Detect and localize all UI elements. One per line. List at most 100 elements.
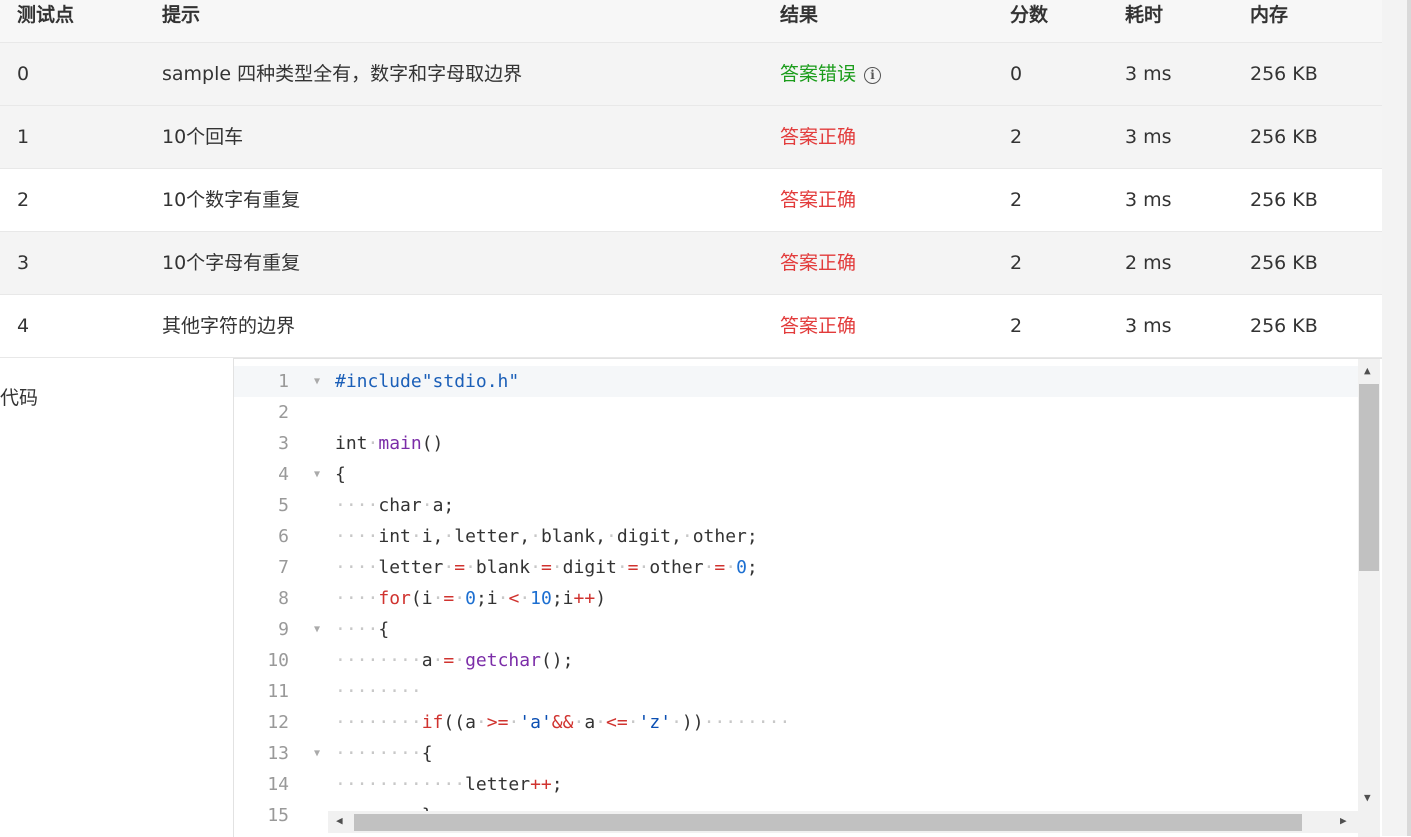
line-number: 9	[278, 619, 289, 640]
result-status: 答案正确	[780, 189, 857, 211]
test-hint: 其他字符的边界	[162, 315, 296, 337]
memory-used: 256 KB	[1250, 63, 1318, 85]
score: 2	[1010, 189, 1023, 211]
horizontal-scroll-thumb[interactable]	[354, 814, 1302, 831]
header-result: 结果	[780, 4, 819, 26]
code-line[interactable]: 13 ▼ ········{	[234, 738, 1358, 769]
header-score: 分数	[1010, 4, 1049, 26]
table-row: 2 10个数字有重复 答案正确 2 3 ms 256 KB	[0, 169, 1382, 232]
line-number: 15	[267, 805, 289, 826]
result-status: 答案正确	[780, 126, 857, 148]
score: 2	[1010, 252, 1023, 274]
table-row: 0 sample 四种类型全有，数字和字母取边界 答案错误 i 0 3 ms 25…	[0, 43, 1382, 106]
code-line[interactable]: 10 ········a·=·getchar();	[234, 645, 1358, 676]
test-point-id: 1	[17, 126, 30, 148]
line-number: 2	[278, 402, 289, 423]
line-number: 11	[267, 681, 289, 702]
score: 0	[1010, 63, 1023, 85]
time-used: 2 ms	[1125, 252, 1172, 274]
test-point-id: 3	[17, 252, 30, 274]
info-icon[interactable]: i	[864, 67, 882, 84]
code-text: ····int·i,·letter,·blank,·digit,·other;	[335, 526, 758, 547]
scroll-left-icon[interactable]: ◀	[336, 814, 343, 827]
memory-used: 256 KB	[1250, 189, 1318, 211]
vertical-scrollbar[interactable]: ▲ ▼	[1358, 359, 1380, 837]
score: 2	[1010, 126, 1023, 148]
code-text: ········a·=·getchar();	[335, 650, 574, 671]
code-line[interactable]: 12 ········if((a·>=·'a'&&·a·<=·'z'·))····…	[234, 707, 1358, 738]
test-point-id: 2	[17, 189, 30, 211]
result-status: 答案错误	[780, 63, 857, 85]
test-point-id: 0	[17, 63, 30, 85]
code-line[interactable]: 8 ····for(i·=·0;i·<·10;i++)	[234, 583, 1358, 614]
scroll-right-icon[interactable]: ▶	[1340, 814, 1347, 827]
test-hint: 10个数字有重复	[162, 189, 301, 211]
table-row: 3 10个字母有重复 答案正确 2 2 ms 256 KB	[0, 232, 1382, 295]
table-row: 4 其他字符的边界 答案正确 2 3 ms 256 KB	[0, 295, 1382, 358]
time-used: 3 ms	[1125, 315, 1172, 337]
result-status: 答案正确	[780, 315, 857, 337]
code-text: ····{	[335, 619, 390, 640]
code-line[interactable]: 4 ▼ {	[234, 459, 1358, 490]
code-text: ····char·a;	[335, 495, 455, 516]
fold-toggle-icon[interactable]: ▼	[314, 614, 320, 645]
fold-toggle-icon[interactable]: ▼	[314, 738, 320, 769]
vertical-scroll-thumb[interactable]	[1359, 384, 1379, 571]
line-number: 4	[278, 464, 289, 485]
time-used: 3 ms	[1125, 63, 1172, 85]
header-time: 耗时	[1125, 4, 1164, 26]
line-number: 8	[278, 588, 289, 609]
score: 2	[1010, 315, 1023, 337]
code-line[interactable]: 6 ····int·i,·letter,·blank,·digit,·other;	[234, 521, 1358, 552]
header-hint: 提示	[162, 4, 201, 26]
results-table: 测试点 提示 结果 分数 耗时 内存 0 sample 四种类型全有，数字和字母…	[0, 0, 1382, 358]
code-text: int·main()	[335, 433, 444, 454]
test-hint: 10个回车	[162, 126, 244, 148]
time-used: 3 ms	[1125, 126, 1172, 148]
fold-toggle-icon[interactable]: ▼	[314, 459, 320, 490]
test-point-id: 4	[17, 315, 30, 337]
line-number: 7	[278, 557, 289, 578]
header-test-point: 测试点	[17, 4, 75, 26]
code-line[interactable]: 7 ····letter·=·blank·=·digit·=·other·=·0;	[234, 552, 1358, 583]
code-line[interactable]: 9 ▼ ····{	[234, 614, 1358, 645]
line-number: 13	[267, 743, 289, 764]
line-number: 1	[278, 371, 289, 392]
code-text: ····for(i·=·0;i·<·10;i++)	[335, 588, 607, 609]
scroll-down-icon[interactable]: ▼	[1364, 791, 1371, 804]
code-line[interactable]: 3 int·main()	[234, 428, 1358, 459]
code-text: ············letter++;	[335, 774, 563, 795]
horizontal-scrollbar[interactable]: ◀ ▶	[328, 811, 1358, 833]
line-number: 12	[267, 712, 289, 733]
line-number: 3	[278, 433, 289, 454]
code-text: #include"stdio.h"	[335, 371, 520, 392]
code-line[interactable]: 5 ····char·a;	[234, 490, 1358, 521]
code-line[interactable]: 2	[234, 397, 1358, 428]
memory-used: 256 KB	[1250, 315, 1318, 337]
test-hint: 10个字母有重复	[162, 252, 301, 274]
code-editor[interactable]: 1 ▼ #include"stdio.h" 2 3 int·main() 4 ▼ {5 ····c…	[233, 358, 1382, 837]
result-cell: 答案错误 i	[780, 43, 882, 105]
header-memory: 内存	[1250, 4, 1289, 26]
test-hint: sample 四种类型全有，数字和字母取边界	[162, 63, 523, 85]
code-section-label: 代码	[0, 387, 39, 409]
scroll-up-icon[interactable]: ▲	[1364, 364, 1371, 377]
page-scrollbar-edge	[1407, 0, 1411, 836]
result-status: 答案正确	[780, 252, 857, 274]
code-text: ········if((a·>=·'a'&&·a·<=·'z'·))······…	[335, 712, 791, 733]
memory-used: 256 KB	[1250, 126, 1318, 148]
time-used: 3 ms	[1125, 189, 1172, 211]
code-line[interactable]: 1 ▼ #include"stdio.h"	[234, 366, 1358, 397]
memory-used: 256 KB	[1250, 252, 1318, 274]
code-text: {	[335, 464, 346, 485]
code-text: ········{	[335, 743, 433, 764]
line-number: 5	[278, 495, 289, 516]
code-line[interactable]: 14 ············letter++;	[234, 769, 1358, 800]
code-text: ····letter·=·blank·=·digit·=·other·=·0;	[335, 557, 758, 578]
line-number: 6	[278, 526, 289, 547]
fold-toggle-icon[interactable]: ▼	[314, 366, 320, 397]
page-scrollbar[interactable]	[1382, 0, 1411, 836]
code-line[interactable]: 11 ········	[234, 676, 1358, 707]
line-number: 10	[267, 650, 289, 671]
table-header: 测试点 提示 结果 分数 耗时 内存	[0, 0, 1382, 43]
